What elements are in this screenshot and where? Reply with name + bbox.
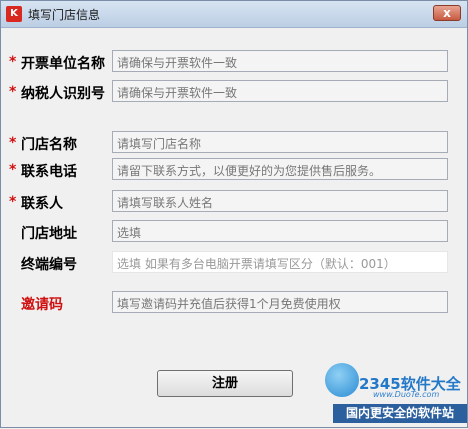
- required-mark: *: [9, 54, 17, 70]
- form-row-invite: 邀请码 填写邀请码并充值后获得1个月免费使用权: [1, 291, 467, 315]
- store-name-input[interactable]: 请填写门店名称: [112, 131, 448, 153]
- company-name-input[interactable]: 请确保与开票软件一致: [112, 50, 448, 72]
- title-bar[interactable]: K 填写门店信息 x: [1, 1, 467, 28]
- tax-id-label: 纳税人识别号: [21, 86, 105, 102]
- form-row-company: * 开票单位名称 请确保与开票软件一致: [1, 50, 467, 74]
- form-row-phone: * 联系电话 请留下联系方式，以便更好的为您提供售后服务。: [1, 158, 467, 182]
- window-title: 填写门店信息: [28, 8, 101, 22]
- invite-code-label: 邀请码: [21, 297, 63, 313]
- register-button[interactable]: 注册: [157, 370, 293, 397]
- required-mark: *: [9, 84, 17, 100]
- phone-label: 联系电话: [21, 164, 77, 180]
- dialog-window: K 填写门店信息 x * 开票单位名称 请确保与开票软件一致 * 纳税人识别号 …: [0, 0, 468, 428]
- address-input[interactable]: 选填: [112, 220, 448, 242]
- site-watermark: 2345软件大全 www.DuoTe.com 国内更安全的软件站: [325, 361, 468, 429]
- contact-input[interactable]: 请填写联系人姓名: [112, 190, 448, 212]
- mascot-logo-icon: [325, 363, 359, 397]
- close-button[interactable]: x: [433, 5, 461, 21]
- form-row-contact: * 联系人 请填写联系人姓名: [1, 190, 467, 214]
- terminal-id-label: 终端编号: [21, 257, 77, 273]
- contact-label: 联系人: [21, 196, 63, 212]
- watermark-slogan: 国内更安全的软件站: [333, 404, 467, 423]
- tax-id-input[interactable]: 请确保与开票软件一致: [112, 80, 448, 102]
- form-row-terminal: 终端编号 选填 如果有多台电脑开票请填写区分（默认：001）: [1, 251, 467, 275]
- address-label: 门店地址: [21, 226, 77, 242]
- watermark-url: www.DuoTe.com: [373, 390, 440, 399]
- form-row-store-name: * 门店名称 请填写门店名称: [1, 131, 467, 155]
- form-row-address: 门店地址 选填: [1, 220, 467, 244]
- required-mark: *: [9, 135, 17, 151]
- phone-input[interactable]: 请留下联系方式，以便更好的为您提供售后服务。: [112, 158, 448, 180]
- required-mark: *: [9, 194, 17, 210]
- store-name-label: 门店名称: [21, 137, 77, 153]
- form-row-taxid: * 纳税人识别号 请确保与开票软件一致: [1, 80, 467, 104]
- app-logo-icon: K: [6, 6, 22, 22]
- company-name-label: 开票单位名称: [21, 56, 105, 72]
- required-mark: *: [9, 162, 17, 178]
- terminal-id-input[interactable]: 选填 如果有多台电脑开票请填写区分（默认：001）: [112, 251, 448, 273]
- invite-code-input[interactable]: 填写邀请码并充值后获得1个月免费使用权: [112, 291, 448, 313]
